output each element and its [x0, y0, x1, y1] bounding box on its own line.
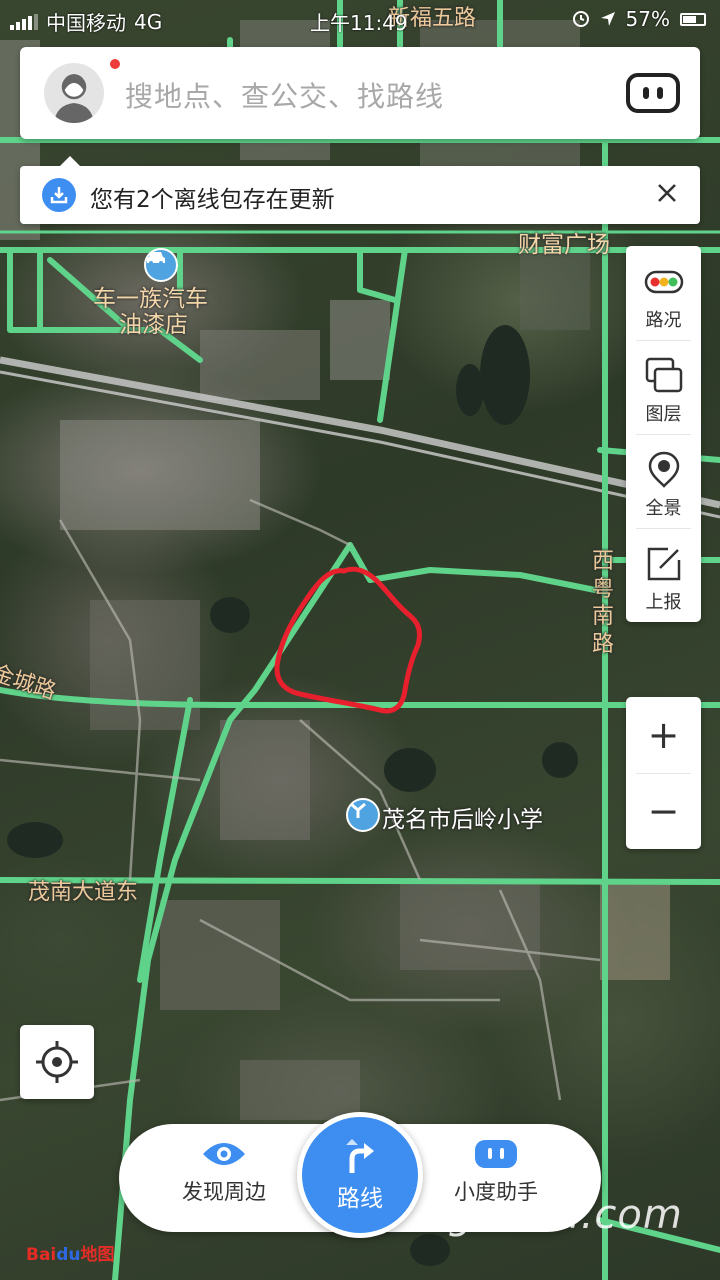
car-service-icon[interactable] [144, 248, 178, 282]
watermark: gdmm.com [448, 1192, 683, 1238]
eye-icon [203, 1143, 245, 1165]
user-avatar-icon [54, 74, 94, 123]
poi-label-plaza[interactable]: 财富广场 [518, 232, 610, 258]
search-input[interactable]: 搜地点、查公交、找路线 [125, 75, 444, 115]
discover-label: 发现周边 [182, 1180, 266, 1204]
report-edit-icon [644, 544, 684, 584]
offline-update-notice[interactable]: 您有2个离线包存在更新 [20, 156, 700, 224]
logo-bai: Bai [26, 1245, 57, 1265]
notice-text: 您有2个离线包存在更新 [90, 187, 335, 213]
logo-map: 地图 [80, 1245, 115, 1265]
panorama-pin-icon [644, 450, 684, 490]
zoom-out-button[interactable]: − [626, 773, 701, 849]
battery-percent: 57% [625, 7, 670, 31]
highlight-circle [274, 566, 423, 714]
baidu-map-logo: Baidu地图 [26, 1240, 115, 1265]
poi-label-car-shop[interactable]: 车一族汽车 油漆店 [93, 286, 208, 339]
close-icon[interactable] [652, 178, 682, 208]
notification-dot [108, 57, 122, 71]
download-icon [42, 178, 76, 212]
logo-du: du [56, 1245, 81, 1265]
route-turn-arrow-icon [346, 1139, 374, 1173]
discover-nearby-button[interactable]: 发现周边 [159, 1138, 289, 1206]
carrier-name: 中国移动 [46, 11, 126, 35]
zoom-control: + − [626, 697, 701, 849]
tool-layers[interactable]: 图层 [626, 340, 701, 434]
alarm-icon [572, 11, 589, 27]
status-bar: 中国移动 4G 上午11:49 57% [0, 0, 720, 38]
road-label-maonan: 茂南大道东 [28, 880, 139, 905]
xiaodu-icon [475, 1140, 517, 1168]
route-button[interactable]: 路线 [297, 1112, 423, 1238]
tool-report[interactable]: 上报 [626, 528, 701, 622]
avatar[interactable] [44, 63, 104, 123]
tool-panorama[interactable]: 全景 [626, 434, 701, 528]
road-label-xiyue: 西粤南路 [592, 549, 615, 657]
xiaodu-assistant-icon[interactable] [626, 73, 680, 113]
status-time: 上午11:49 [310, 11, 408, 35]
poi-label-car-shop-line1: 车一族汽车 [93, 286, 208, 312]
tool-traffic[interactable]: 路况 [626, 246, 701, 340]
battery-icon [680, 12, 706, 26]
layers-icon [644, 356, 684, 396]
tool-panorama-label: 全景 [645, 498, 682, 519]
traffic-light-icon [644, 262, 684, 302]
map-tools-panel: 路况 图层 全景 上报 [626, 246, 701, 622]
tool-report-label: 上报 [645, 592, 682, 613]
route-label: 路线 [337, 1186, 383, 1212]
poi-label-school[interactable]: 茂名市后岭小学 [382, 800, 543, 834]
locate-button[interactable] [20, 1025, 94, 1099]
search-bar[interactable]: 搜地点、查公交、找路线 [20, 47, 700, 139]
signal-icon [10, 13, 38, 30]
location-arrow-icon [600, 12, 615, 26]
tool-traffic-label: 路况 [645, 310, 682, 331]
network-type: 4G [134, 9, 163, 34]
school-icon[interactable] [346, 798, 380, 832]
zoom-in-button[interactable]: + [626, 697, 701, 773]
locate-target-icon [36, 1041, 78, 1083]
tool-layers-label: 图层 [645, 404, 682, 425]
poi-label-car-shop-line2: 油漆店 [119, 312, 188, 339]
